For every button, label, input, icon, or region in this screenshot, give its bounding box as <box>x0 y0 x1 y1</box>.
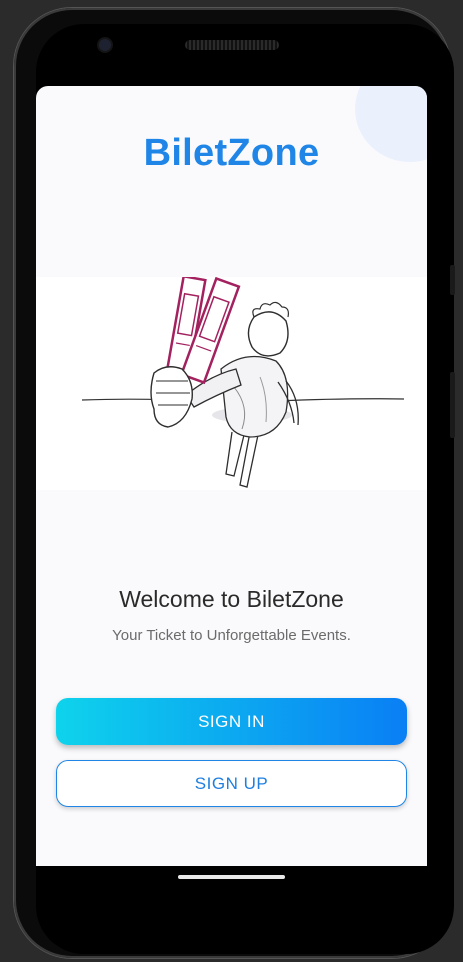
earpiece-speaker-icon <box>185 40 279 50</box>
sign-up-button[interactable]: SIGN UP <box>56 760 407 807</box>
illustration-svg <box>81 274 405 488</box>
sign-in-button[interactable]: SIGN IN <box>56 698 407 745</box>
person-holding-tickets-illustration <box>36 274 427 490</box>
volume-button <box>450 372 455 438</box>
power-button <box>450 265 455 295</box>
front-camera-icon <box>99 39 111 51</box>
tagline-text: Your Ticket to Unforgettable Events. <box>112 627 351 644</box>
brand-title: BiletZone <box>143 132 320 174</box>
home-indicator[interactable] <box>178 875 285 879</box>
welcome-heading: Welcome to BiletZone <box>119 586 344 612</box>
sign-up-label: SIGN UP <box>194 773 269 793</box>
sign-in-label: SIGN IN <box>198 711 265 731</box>
app-screen: BiletZone Welcome to BiletZone Your Tick… <box>36 86 427 866</box>
